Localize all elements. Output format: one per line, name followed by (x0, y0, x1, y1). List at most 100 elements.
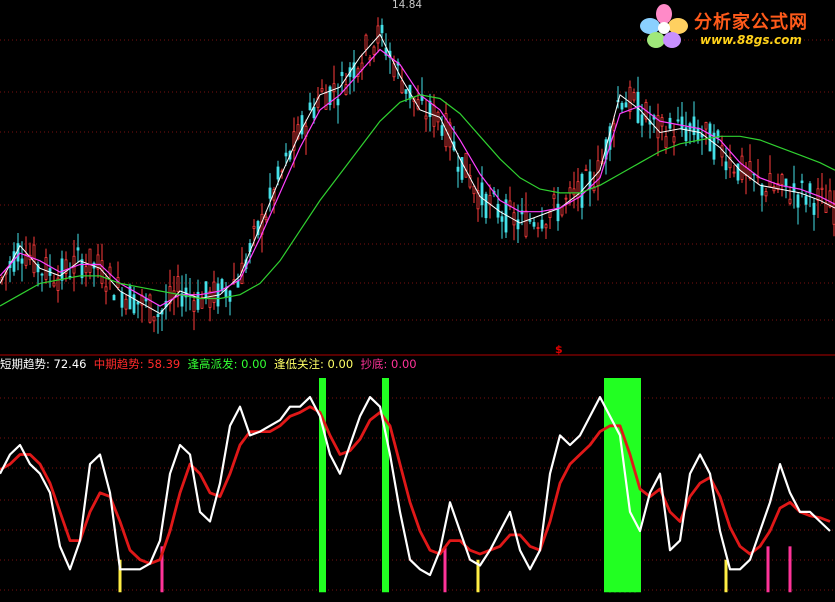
candle-body (484, 193, 488, 219)
high-sell-bar (382, 378, 389, 593)
candle-body (812, 202, 816, 215)
legend-mid-trend: 中期趋势: 58.39 (93, 357, 181, 371)
candle-body (324, 92, 328, 110)
candle-body (524, 210, 528, 237)
candle-body (120, 291, 124, 308)
candle-body (340, 71, 344, 77)
candle-body (500, 216, 504, 222)
price-panel-grid (0, 39, 835, 321)
candle-body (80, 259, 84, 279)
candle-body (336, 98, 340, 106)
candle-body (552, 194, 556, 200)
candle-body (176, 276, 180, 293)
candle-body (424, 115, 428, 120)
candle-body (536, 227, 540, 229)
candle-body (132, 294, 136, 314)
candle-body (544, 224, 548, 229)
watermark-logo: 分析家公式网 www.88gs.com (636, 2, 835, 52)
candle-body (124, 298, 128, 310)
candle-body (20, 258, 24, 264)
candle-body (804, 196, 808, 205)
candle-body (52, 282, 56, 287)
watermark-title: 分析家公式网 (694, 12, 808, 33)
candle-body (136, 301, 140, 305)
candle-body (480, 182, 484, 206)
candle-body (364, 34, 368, 50)
candle-body (376, 25, 380, 44)
candle-body (740, 155, 744, 180)
candle-body (464, 152, 468, 178)
candle-body (816, 188, 820, 201)
candle-body (572, 188, 576, 196)
candle-body (696, 127, 700, 141)
candle-body (768, 173, 772, 188)
indicator-legend: 短期趋势: 72.46 中期趋势: 58.39 逢高派发: 0.00 逢低关注:… (0, 356, 417, 372)
candle-body (308, 102, 312, 111)
candle-body (764, 191, 768, 197)
candle-body (632, 92, 636, 101)
candle-body (404, 89, 408, 94)
candle-body (320, 88, 324, 92)
candle-body (236, 280, 240, 288)
candle-body (824, 202, 828, 213)
bottom-fish-bar (766, 546, 770, 593)
candle-body (760, 184, 764, 196)
legend-short-trend: 短期趋势: 72.46 (0, 357, 87, 371)
candle-body (800, 180, 804, 184)
indicator-panel-grid (0, 397, 835, 591)
legend-low-watch: 逢低关注: 0.00 (274, 357, 354, 371)
candle-body (488, 195, 492, 205)
candle-body (808, 183, 812, 194)
candle-body (104, 286, 108, 292)
price-peak-label: 14.84 (392, 0, 423, 11)
watermark-url: www.88gs.com (700, 33, 802, 47)
candle-body (300, 115, 304, 135)
candle-body (268, 187, 272, 199)
candle-body (44, 257, 48, 280)
candle-body (156, 314, 160, 318)
candle-body (640, 114, 644, 126)
candle-body (152, 316, 156, 322)
candle-body (672, 136, 676, 143)
candle-body (624, 102, 628, 108)
candle-body (680, 116, 684, 130)
candle-body (772, 186, 776, 192)
candle-body (252, 225, 256, 229)
candle-body (560, 206, 564, 216)
candle-body (628, 86, 632, 112)
chart-canvas (0, 17, 835, 593)
candle-body (264, 216, 268, 221)
mid-trend-line (0, 405, 831, 565)
candle-body (224, 289, 228, 298)
divider-mark: $ (555, 343, 563, 356)
candle-body (276, 166, 280, 180)
candle-body (400, 80, 404, 94)
candle-body (736, 163, 740, 181)
candle-body (828, 190, 832, 208)
high-sell-bar (319, 378, 326, 593)
indicator-lines (0, 396, 831, 577)
candle-body (788, 198, 792, 204)
candle-body (112, 295, 116, 301)
candle-body (456, 166, 460, 172)
low-watch-bar (724, 559, 728, 593)
legend-high-sell: 逢高派发: 0.00 (187, 357, 267, 371)
candle-body (620, 102, 624, 110)
bottom-fish-bar (788, 546, 792, 593)
moving-average-lines (0, 33, 835, 315)
candle-body (724, 161, 728, 171)
candle-body (208, 290, 212, 308)
legend-bottom-fish: 抄底: 0.00 (360, 357, 417, 371)
candle-body (40, 273, 44, 276)
candle-body (380, 24, 384, 34)
candle-body (820, 187, 824, 190)
bottom-fish-bar (443, 546, 447, 593)
candle-body (664, 136, 668, 148)
candle-body (528, 219, 532, 222)
candle-body (532, 222, 536, 227)
candle-body (16, 243, 20, 262)
flower-logo-icon (640, 4, 688, 48)
candle-body (332, 83, 336, 93)
candle-body (204, 281, 208, 298)
candle-body (676, 119, 680, 122)
